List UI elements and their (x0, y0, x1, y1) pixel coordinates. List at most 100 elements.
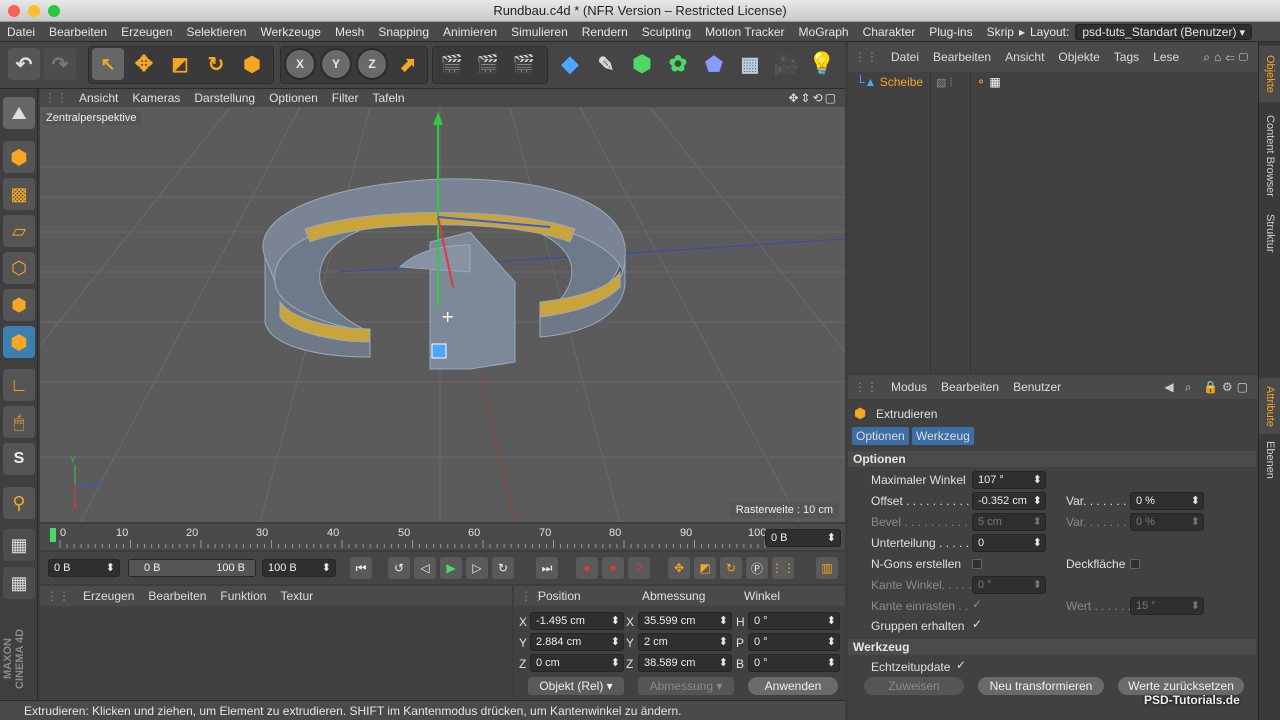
menu-selektieren[interactable]: Selektieren (179, 25, 253, 39)
obj-menu-datei[interactable]: Datei (884, 50, 926, 64)
axis-x-button[interactable]: X (284, 48, 316, 80)
layout-select[interactable]: psd-tuts_Standart (Benutzer) ▾ (1075, 23, 1253, 40)
tab-attribute[interactable]: Attribute (1259, 378, 1280, 434)
attr-menu-bearbeiten[interactable]: Bearbeiten (934, 380, 1006, 394)
realtime-update-checkmark-icon[interactable]: ✓ (956, 658, 966, 672)
coordinate-mode-select[interactable]: Objekt (Rel) ▾ (528, 677, 624, 695)
size-z-field[interactable]: 38.589 cm ⬍ (638, 654, 732, 672)
vp-menu-tafeln[interactable]: Tafeln (365, 91, 411, 105)
attr-menu-modus[interactable]: Modus (884, 380, 934, 394)
menu-datei[interactable]: Datei (0, 25, 42, 39)
select-tool-icon[interactable]: ↖ (92, 48, 124, 80)
menu-more-arrow-icon[interactable]: ▸ (1016, 25, 1028, 39)
magnet-icon[interactable]: ⚲ (3, 487, 35, 519)
menu-skript[interactable]: Skrip (980, 25, 1016, 39)
menu-motion-tracker[interactable]: Motion Tracker (698, 25, 791, 39)
render-picture-icon[interactable]: 🎬 (472, 48, 504, 80)
3d-viewport[interactable]: + Y Z X Zentralperspektive Rasterweite : 1… (40, 107, 845, 522)
obj-menu-ansicht[interactable]: Ansicht (998, 50, 1051, 64)
size-mode-select[interactable]: Abmessung ▾ (638, 677, 734, 695)
offset-field[interactable]: -0.352 cm ⬍ (972, 492, 1046, 510)
workplane-icon[interactable]: ▱ (3, 215, 35, 247)
key-rotation-icon[interactable]: ↻ (720, 557, 742, 579)
viewport-navigation-icons[interactable]: ✥⇕⟲▢ (781, 91, 845, 105)
render-view-icon[interactable]: 🎬 (436, 48, 468, 80)
axis-mode-icon[interactable]: ∟ (3, 369, 35, 401)
autokey-icon[interactable]: ⏺ (602, 557, 624, 579)
y-gizmo-arrow[interactable] (433, 112, 443, 125)
vp-menu-filter[interactable]: Filter (325, 91, 366, 105)
next-frame-icon[interactable]: ▷ (466, 557, 488, 579)
mat-menu-funktion[interactable]: Funktion (213, 589, 273, 603)
light-icon[interactable]: 💡 (806, 48, 838, 80)
camera-icon[interactable]: 🎥 (770, 48, 802, 80)
attribute-nav-icons[interactable]: ◀ ⌕ 🔒⚙▢ (1164, 380, 1252, 395)
max-angle-field[interactable]: 107 ° ⬍ (972, 471, 1046, 489)
tab-struktur[interactable]: Struktur (1259, 208, 1280, 258)
array-icon[interactable]: ✿ (662, 48, 694, 80)
rotate-tool-icon[interactable]: ↻ (200, 48, 232, 80)
keep-groups-checkmark-icon[interactable]: ✓ (972, 617, 982, 631)
texture-mode-icon[interactable]: ▩ (3, 178, 35, 210)
end-frame-field[interactable]: 100 B ⬍ (262, 559, 336, 577)
new-transform-button[interactable]: Neu transformieren (978, 677, 1104, 695)
polygons-mode-icon[interactable]: ⬢ (3, 326, 35, 358)
object-mode-icon[interactable]: ⬢ (3, 141, 35, 173)
attr-menu-benutzer[interactable]: Benutzer (1006, 380, 1068, 394)
size-y-field[interactable]: 2 cm ⬍ (638, 633, 732, 651)
menu-werkzeuge[interactable]: Werkzeuge (253, 25, 327, 39)
pos-z-field[interactable]: 0 cm ⬍ (530, 654, 624, 672)
value-field[interactable]: 15 ° ⬍ (1130, 597, 1204, 615)
coordinate-system-icon[interactable]: ⬈ (392, 48, 424, 80)
size-x-field[interactable]: 35.599 cm ⬍ (638, 612, 732, 630)
vp-menu-kameras[interactable]: Kameras (125, 91, 187, 105)
last-tool-icon[interactable]: ⬢ (236, 48, 268, 80)
cap-checkbox[interactable] (1130, 559, 1140, 569)
move-tool-icon[interactable]: ✥ (128, 48, 160, 80)
axis-z-button[interactable]: Z (356, 48, 388, 80)
subdivision-surface-icon[interactable]: ⬢ (626, 48, 658, 80)
zoom-window-button[interactable] (48, 5, 60, 17)
vp-menu-darstellung[interactable]: Darstellung (187, 91, 262, 105)
menu-simulieren[interactable]: Simulieren (504, 25, 575, 39)
tab-objekte[interactable]: Objekte (1259, 46, 1280, 102)
model-mode-icon[interactable]: ⛰ (3, 97, 35, 129)
key-scale-icon[interactable]: ◩ (694, 557, 716, 579)
tab-ebenen[interactable]: Ebenen (1259, 438, 1280, 482)
menu-mesh[interactable]: Mesh (328, 25, 371, 39)
obj-menu-lesezeichen[interactable]: Lese (1146, 50, 1186, 64)
floor-icon[interactable]: ▦ (734, 48, 766, 80)
subdivision-field[interactable]: 0 ⬍ (972, 534, 1046, 552)
menu-erzeugen[interactable]: Erzeugen (114, 25, 179, 39)
goto-start-icon[interactable]: ⏮ (350, 557, 372, 579)
tab-werkzeug[interactable]: Werkzeug (912, 427, 974, 445)
timeline-window-icon[interactable]: ▥ (816, 557, 838, 579)
redo-icon[interactable]: ↷ (44, 48, 76, 80)
spline-pen-icon[interactable]: ✎ (590, 48, 622, 80)
range-slider[interactable]: 0 B 100 B (128, 559, 256, 577)
object-tags-icon[interactable]: ⚬ ▦ (976, 75, 1001, 89)
mat-menu-textur[interactable]: Textur (273, 589, 320, 603)
menu-rendern[interactable]: Rendern (575, 25, 635, 39)
snap-icon[interactable]: S (3, 443, 35, 475)
pos-x-field[interactable]: -1.495 cm ⬍ (530, 612, 624, 630)
menu-plugins[interactable]: Plug-ins (922, 25, 979, 39)
scheibe-object-row[interactable]: └▲ Scheibe (856, 75, 923, 89)
object-manager-nav-icons[interactable]: ⌕⌂⇐▢ (1203, 50, 1252, 65)
points-mode-icon[interactable]: ⬡ (3, 252, 35, 284)
key-parameter-icon[interactable]: Ⓟ (746, 557, 768, 579)
keyframe-help-icon[interactable]: ? (628, 557, 650, 579)
var2-field[interactable]: 0 % ⬍ (1130, 513, 1204, 531)
assign-button[interactable]: Zuweisen (864, 677, 964, 695)
menu-snapping[interactable]: Snapping (371, 25, 436, 39)
rot-h-field[interactable]: 0 ° ⬍ (748, 612, 840, 630)
timeline[interactable]: 0 10 20 30 40 50 60 70 80 90 100 0 B ⬍ (40, 524, 845, 550)
rot-p-field[interactable]: 0 ° ⬍ (748, 633, 840, 651)
axis-y-button[interactable]: Y (320, 48, 352, 80)
next-key-icon[interactable]: ↻ (492, 557, 514, 579)
tab-content-browser[interactable]: Content Browser (1259, 106, 1280, 206)
visibility-toggle-icon[interactable]: ▨ ⁞ (936, 76, 953, 89)
var-field[interactable]: 0 % ⬍ (1130, 492, 1204, 510)
apply-button[interactable]: Anwenden (748, 677, 838, 695)
menu-charakter[interactable]: Charakter (856, 25, 923, 39)
